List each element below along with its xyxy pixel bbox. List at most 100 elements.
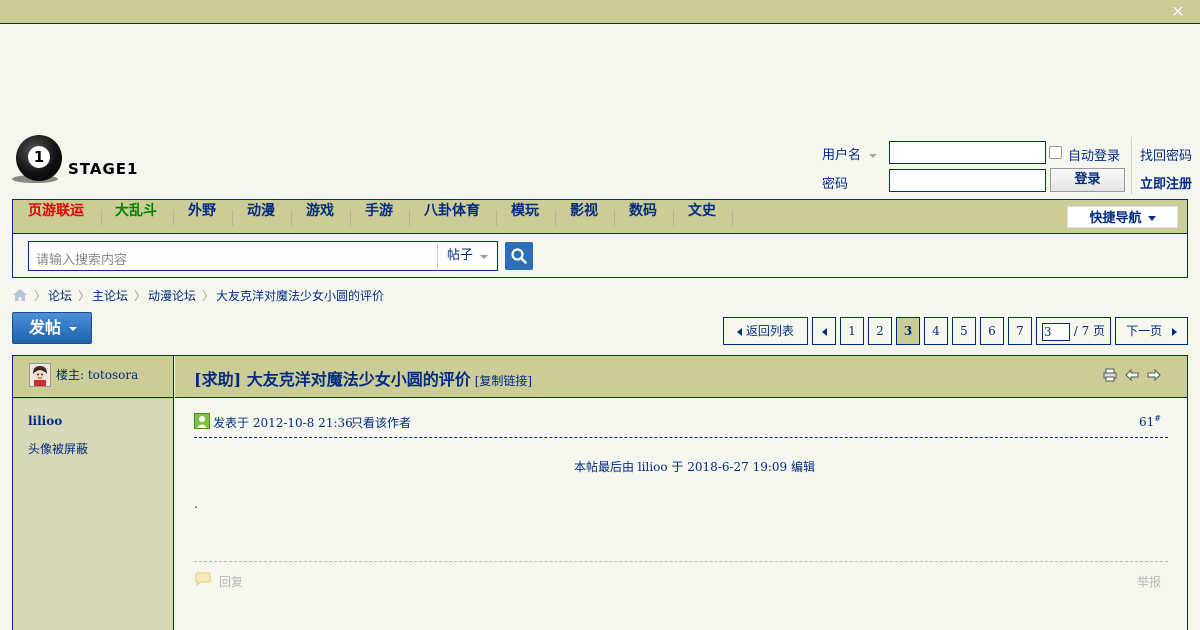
login-button[interactable]: 登录 <box>1050 168 1125 192</box>
arrow-right-icon <box>1171 327 1177 336</box>
arrow-left-icon <box>821 327 827 336</box>
breadcrumb-forum[interactable]: 论坛 <box>48 287 72 304</box>
floor-number[interactable]: 61# <box>1139 414 1161 429</box>
nav-item-waiye[interactable]: 外野 <box>188 200 216 234</box>
search-type-value: 帖子 <box>447 248 474 263</box>
password-label: 密码 <box>822 177 849 192</box>
nav-item-anime[interactable]: 动漫 <box>247 200 275 234</box>
breadcrumb-chevron-icon: 〉 <box>134 289 147 303</box>
page-link[interactable]: 5 <box>952 317 976 345</box>
report-button[interactable]: 举报 <box>1137 573 1161 590</box>
search-button[interactable] <box>505 242 533 270</box>
close-icon[interactable]: ✕ <box>1170 4 1186 20</box>
find-password-link[interactable]: 找回密码 <box>1140 145 1192 164</box>
nav-divider <box>350 210 351 226</box>
copy-link-button[interactable]: [复制链接] <box>475 374 532 388</box>
avatar-blocked-note: 头像被屏蔽 <box>28 442 89 456</box>
register-link[interactable]: 立即注册 <box>1140 173 1192 192</box>
thread-container: 楼主: totosora lilioo 头像被屏蔽 [求助] 大友克洋对魔法少女… <box>12 355 1188 630</box>
breadcrumb-chevron-icon: 〉 <box>78 289 91 303</box>
page-jump-input[interactable]: 3 <box>1041 322 1070 341</box>
edit-note: 本帖最后由 lilioo 于 2018-6-27 19:09 编辑 <box>574 460 816 474</box>
page-current[interactable]: 3 <box>896 317 920 345</box>
page-link[interactable]: 6 <box>980 317 1004 345</box>
page-link[interactable]: 7 <box>1008 317 1032 345</box>
reply-button[interactable]: 回复 <box>219 573 243 590</box>
back-to-list-label: 返回列表 <box>745 324 794 338</box>
search-icon <box>511 248 527 264</box>
nav-item-film[interactable]: 影视 <box>570 200 598 234</box>
post-content: . <box>194 497 198 511</box>
nav-item-history[interactable]: 文史 <box>688 200 716 234</box>
nav-item-daluandou[interactable]: 大乱斗 <box>115 200 157 234</box>
nav-item-models[interactable]: 模玩 <box>511 200 539 234</box>
page-link[interactable]: 2 <box>868 317 892 345</box>
thread-title: [求助] 大友克洋对魔法少女小圆的评价 [复制链接] <box>194 366 532 390</box>
prev-page-button[interactable] <box>812 317 836 345</box>
print-icon[interactable] <box>1103 368 1117 382</box>
nav-item-digital[interactable]: 数码 <box>629 200 657 234</box>
previous-thread-icon[interactable] <box>1125 368 1139 382</box>
page-link[interactable]: 1 <box>840 317 864 345</box>
caret-down-icon <box>1147 216 1156 221</box>
username-input[interactable] <box>889 141 1046 164</box>
next-thread-icon[interactable] <box>1147 368 1161 382</box>
nav-divider <box>101 210 102 226</box>
breadcrumb-current-thread[interactable]: 大友克洋对魔法少女小圆的评价 <box>216 287 384 304</box>
search-type-select[interactable]: 帖子 <box>437 241 498 271</box>
reply-icon[interactable] <box>194 572 212 586</box>
new-post-label: 发帖 <box>29 318 62 337</box>
only-author-link[interactable]: 只看该作者 <box>351 414 411 431</box>
logo-ball-icon: 1 <box>16 135 62 181</box>
nav-divider <box>732 210 733 226</box>
nav-divider <box>614 210 615 226</box>
quick-nav-button[interactable]: 快捷导航 <box>1067 206 1178 228</box>
user-avatar-icon <box>30 364 50 386</box>
nav-item-webgame[interactable]: 页游联运 <box>28 200 84 234</box>
nav-divider <box>496 210 497 226</box>
nav-divider <box>555 210 556 226</box>
floor-mark: # <box>1154 414 1161 423</box>
caret-down-icon <box>69 327 77 331</box>
meta-divider: | <box>340 414 345 428</box>
thread-actions <box>1103 368 1161 384</box>
nav-item-games[interactable]: 游戏 <box>306 200 334 234</box>
thread-owner-label: 楼主: totosora <box>56 368 139 382</box>
password-input[interactable] <box>889 169 1046 192</box>
nav-divider <box>409 210 410 226</box>
next-page-button[interactable]: 下一页 <box>1115 317 1188 345</box>
quick-nav-label: 快捷导航 <box>1089 211 1142 226</box>
breadcrumb-anime-forum[interactable]: 动漫论坛 <box>148 287 196 304</box>
thread-title-bar: [求助] 大友克洋对魔法少女小圆的评价 [复制链接] <box>175 356 1187 398</box>
post-sidebar: 楼主: totosora lilioo 头像被屏蔽 <box>13 356 174 630</box>
avatar[interactable] <box>29 363 51 387</box>
post-footer-divider <box>194 561 1168 562</box>
nav-divider <box>291 210 292 226</box>
page-link[interactable]: 4 <box>924 317 948 345</box>
breadcrumb-main-forum[interactable]: 主论坛 <box>92 287 128 304</box>
home-icon[interactable] <box>12 288 28 302</box>
author-info-panel: lilioo 头像被屏蔽 <box>13 399 173 630</box>
logo-ball-digit: 1 <box>28 146 50 168</box>
top-banner-bar: ✕ <box>0 0 1200 24</box>
logo-text: STAGE1 <box>68 160 139 178</box>
chevron-down-icon <box>869 153 878 158</box>
username-label[interactable]: 用户名 <box>822 144 878 163</box>
search-input[interactable]: 请输入搜索内容 <box>28 241 438 271</box>
username-label-text: 用户名 <box>822 148 862 163</box>
main-nav: 页游联运 大乱斗 外野 动漫 游戏 手游 八卦体育 模玩 影视 数码 文史 快捷… <box>12 199 1188 278</box>
next-page-label: 下一页 <box>1126 324 1163 338</box>
new-post-button[interactable]: 发帖 <box>12 312 92 344</box>
nav-item-gossip-sports[interactable]: 八卦体育 <box>424 200 480 234</box>
nav-divider <box>232 210 233 226</box>
author-name[interactable]: lilioo <box>28 414 62 428</box>
arrow-left-icon <box>737 327 743 336</box>
auto-login-checkbox[interactable] <box>1049 146 1062 159</box>
login-divider <box>1131 138 1132 194</box>
site-logo[interactable]: 1 STAGE1 <box>12 133 142 185</box>
breadcrumb-chevron-icon: 〉 <box>34 289 47 303</box>
thread-title-text: [求助] 大友克洋对魔法少女小圆的评价 <box>194 370 471 389</box>
auto-login-label[interactable]: 自动登录 <box>1068 145 1120 164</box>
back-to-list-button[interactable]: 返回列表 <box>723 317 808 345</box>
nav-item-mobile[interactable]: 手游 <box>365 200 393 234</box>
